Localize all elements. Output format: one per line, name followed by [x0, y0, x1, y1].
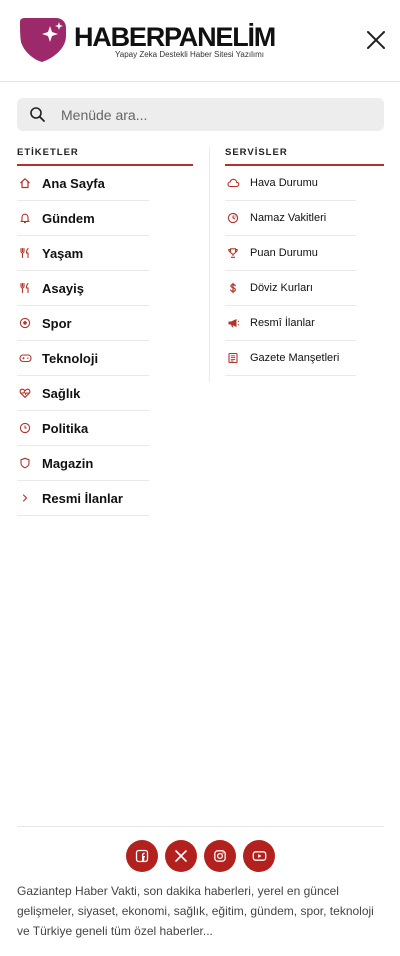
service-item-doviz-kurlari[interactable]: Döviz Kurları: [225, 271, 356, 306]
instagram-button[interactable]: [204, 840, 236, 872]
tag-item-label: Asayiş: [42, 280, 84, 296]
newspaper-icon: [226, 351, 240, 365]
tags-column: ETİKETLER Ana Sayfa Gündem Yaşam Asayiş …: [17, 147, 193, 516]
shield-icon: [18, 456, 32, 470]
tag-item-teknoloji[interactable]: Teknoloji: [17, 341, 149, 376]
logo-wordmark: HABERPANELİM: [74, 22, 276, 52]
chevron-right-icon: [18, 491, 32, 505]
tag-item-spor[interactable]: Spor: [17, 306, 149, 341]
service-item-label: Gazete Manşetleri: [250, 352, 340, 364]
instagram-icon: [214, 850, 226, 862]
tag-item-label: Magazin: [42, 455, 94, 471]
x-icon: [175, 850, 187, 862]
menu-footer: Gaziantep Haber Vakti, son dakika haberl…: [17, 826, 384, 938]
dollar-icon: [226, 281, 240, 295]
bell-icon: [18, 211, 32, 225]
menu-header: HABERPANELİM Yapay Zeka Destekli Haber S…: [0, 0, 400, 82]
service-item-hava-durumu[interactable]: Hava Durumu: [225, 166, 356, 201]
tag-item-label: Gündem: [42, 210, 95, 226]
service-item-label: Hava Durumu: [250, 177, 318, 189]
youtube-icon: [252, 851, 266, 861]
tag-item-label: Sağlık: [42, 385, 81, 401]
tag-item-label: Ana Sayfa: [42, 175, 105, 191]
megaphone-icon: [226, 316, 240, 330]
tags-title: ETİKETLER: [17, 147, 193, 166]
facebook-icon: [135, 849, 149, 863]
service-item-label: Namaz Vakitleri: [250, 212, 327, 224]
site-description: Gaziantep Haber Vakti, son dakika haberl…: [17, 884, 374, 938]
services-column: SERVİSLER Hava Durumu Namaz Vakitleri Pu…: [225, 147, 384, 376]
home-icon: [18, 176, 32, 190]
search-icon: [30, 107, 45, 122]
close-button[interactable]: [362, 26, 390, 54]
tag-item-magazin[interactable]: Magazin: [17, 446, 149, 481]
menu-search[interactable]: [17, 98, 384, 131]
utensils-icon: [18, 281, 32, 295]
logo-mark-icon: [20, 18, 66, 62]
tag-item-yasam[interactable]: Yaşam: [17, 236, 149, 271]
cloud-icon: [226, 176, 240, 190]
soccer-ball-icon: [18, 316, 32, 330]
service-item-puan-durumu[interactable]: Puan Durumu: [225, 236, 356, 271]
tag-item-label: Spor: [42, 315, 72, 331]
service-item-label: Resmî İlanlar: [250, 317, 315, 329]
tag-item-label: Teknoloji: [42, 350, 99, 366]
site-logo[interactable]: HABERPANELİM Yapay Zeka Destekli Haber S…: [16, 16, 286, 66]
youtube-button[interactable]: [243, 840, 275, 872]
tag-item-label: Politika: [42, 420, 89, 436]
social-links: [126, 840, 275, 872]
tag-item-saglik[interactable]: Sağlık: [17, 376, 149, 411]
service-item-gazete-mansetleri[interactable]: Gazete Manşetleri: [225, 341, 356, 376]
facebook-button[interactable]: [126, 840, 158, 872]
tag-item-label: Resmi İlanlar: [42, 490, 123, 506]
utensils-icon: [18, 246, 32, 260]
pie-clock-icon: [226, 211, 240, 225]
tag-item-label: Yaşam: [42, 245, 84, 261]
tag-item-ana-sayfa[interactable]: Ana Sayfa: [17, 166, 149, 201]
heart-pulse-icon: [18, 386, 32, 400]
logo-tagline: Yapay Zeka Destekli Haber Sitesi Yazılım…: [115, 50, 264, 59]
service-item-namaz-vakitleri[interactable]: Namaz Vakitleri: [225, 201, 356, 236]
tag-item-gundem[interactable]: Gündem: [17, 201, 149, 236]
gamepad-icon: [18, 351, 32, 365]
tag-item-asayis[interactable]: Asayiş: [17, 271, 149, 306]
tag-item-politika[interactable]: Politika: [17, 411, 149, 446]
close-icon: [367, 31, 385, 49]
service-item-label: Puan Durumu: [250, 247, 318, 259]
column-divider: [209, 147, 210, 382]
services-title: SERVİSLER: [225, 147, 384, 166]
service-item-label: Döviz Kurları: [250, 282, 313, 294]
search-input[interactable]: [61, 98, 371, 131]
x-button[interactable]: [165, 840, 197, 872]
trophy-icon: [226, 246, 240, 260]
service-item-resmi-ilanlar[interactable]: Resmî İlanlar: [225, 306, 356, 341]
tag-item-resmi-ilanlar[interactable]: Resmi İlanlar: [17, 481, 149, 516]
clock-icon: [18, 421, 32, 435]
